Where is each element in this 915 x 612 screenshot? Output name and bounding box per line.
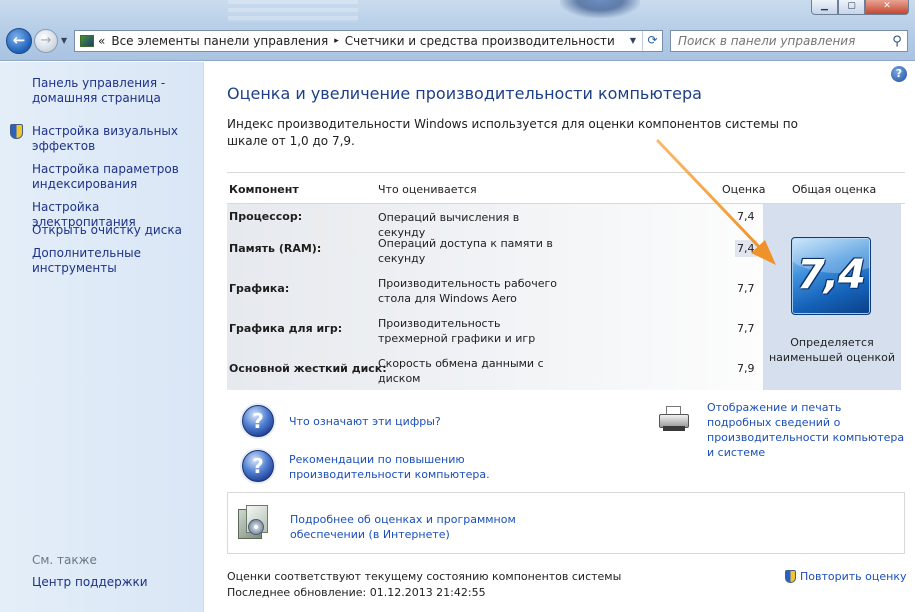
uac-shield-icon bbox=[785, 570, 796, 583]
main-content: ? Оценка и увеличение производительности… bbox=[205, 62, 915, 612]
reassess-button[interactable]: Повторить оценку bbox=[785, 570, 906, 583]
overall-score-caption: Определяется наименьшей оценкой bbox=[768, 336, 895, 364]
overall-score-panel: 7,4 Определяется наименьшей оценкой bbox=[763, 204, 901, 390]
search-icon[interactable]: ⚲ bbox=[887, 34, 907, 49]
breadcrumb-separator-icon[interactable]: ▸ bbox=[334, 36, 339, 46]
table-row: Основной жесткий диск: Скорость обмена д… bbox=[227, 356, 762, 396]
sidebar-item-indexing[interactable]: Настройка параметров индексирования bbox=[32, 162, 197, 192]
software-box-icon bbox=[238, 505, 268, 541]
maximize-button[interactable]: ▢ bbox=[838, 0, 865, 15]
header-score: Оценка bbox=[722, 183, 766, 196]
printer-icon bbox=[659, 406, 689, 432]
sidebar-item-home[interactable]: Панель управления - домашняя страница bbox=[32, 76, 197, 106]
close-button[interactable]: ✕ bbox=[865, 0, 909, 15]
component-description: Производительность рабочего стола для Wi… bbox=[378, 277, 558, 305]
table-row: Память (RAM): Операций доступа к памяти … bbox=[227, 236, 762, 276]
breadcrumb-performance[interactable]: Счетчики и средства производительности bbox=[345, 34, 615, 48]
uac-shield-icon bbox=[10, 124, 23, 139]
component-score: 7,4 bbox=[735, 240, 757, 257]
table-header: Компонент Что оценивается Оценка Общая о… bbox=[227, 172, 905, 204]
sidebar: Панель управления - домашняя страница На… bbox=[0, 62, 204, 612]
component-description: Скорость обмена данными с диском bbox=[378, 357, 544, 385]
question-icon: ? bbox=[242, 405, 274, 437]
score-table: Компонент Что оценивается Оценка Общая о… bbox=[227, 172, 905, 390]
table-row: Графика: Производительность рабочего сто… bbox=[227, 276, 762, 316]
overall-score-tile: 7,4 bbox=[791, 237, 871, 315]
windows-orb-glow bbox=[560, 0, 640, 18]
sidebar-item-action-center[interactable]: Центр поддержки bbox=[32, 575, 197, 590]
breadcrumb-all-control-panel[interactable]: Все элементы панели управления bbox=[111, 34, 328, 48]
component-name: Графика: bbox=[229, 282, 290, 295]
help-icon[interactable]: ? bbox=[891, 66, 907, 82]
address-bar[interactable]: « Все элементы панели управления ▸ Счетч… bbox=[74, 30, 663, 52]
address-dropdown-icon[interactable]: ▼ bbox=[624, 31, 642, 51]
recent-pages-dropdown[interactable]: ▼ bbox=[61, 36, 67, 45]
header-component: Компонент bbox=[229, 183, 299, 196]
status-line: Оценки соответствуют текущему состоянию … bbox=[227, 570, 622, 583]
component-name: Основной жесткий диск: bbox=[229, 362, 387, 375]
recommendations-link[interactable]: Рекомендации по повышению производительн… bbox=[289, 452, 509, 482]
header-overall: Общая оценка bbox=[792, 183, 877, 196]
component-score: 7,7 bbox=[737, 322, 755, 335]
question-icon: ? bbox=[242, 450, 274, 482]
intro-text: Индекс производительности Windows исполь… bbox=[227, 117, 798, 148]
sidebar-item-disk-cleanup[interactable]: Открыть очистку диска bbox=[32, 223, 197, 238]
component-name: Память (RAM): bbox=[229, 242, 322, 255]
component-description: Операций доступа к памяти в секунду bbox=[378, 237, 553, 265]
search-box[interactable]: ⚲ bbox=[670, 30, 908, 52]
background-window-fragment bbox=[228, 0, 358, 22]
breadcrumb-overflow[interactable]: « bbox=[98, 34, 105, 48]
component-score: 7,4 bbox=[737, 210, 755, 223]
component-score: 7,7 bbox=[737, 282, 755, 295]
component-name: Графика для игр: bbox=[229, 322, 343, 335]
table-row: Графика для игр: Производительность трех… bbox=[227, 316, 762, 356]
page-title: Оценка и увеличение производительности к… bbox=[227, 84, 702, 103]
sidebar-item-advanced-tools[interactable]: Дополнительные инструменты bbox=[32, 246, 197, 276]
minimize-button[interactable]: ▁ bbox=[811, 0, 838, 15]
last-update: Последнее обновление: 01.12.2013 21:42:5… bbox=[227, 586, 486, 599]
print-details-link[interactable]: Отображение и печать подробных сведений … bbox=[707, 400, 907, 460]
control-panel-icon bbox=[80, 35, 94, 47]
header-what: Что оценивается bbox=[378, 183, 477, 196]
what-numbers-mean-link[interactable]: Что означают эти цифры? bbox=[289, 414, 441, 429]
component-name: Процессор: bbox=[229, 210, 303, 223]
sidebar-item-visual-effects[interactable]: Настройка визуальных эффектов bbox=[32, 124, 197, 154]
window-controls: ▁ ▢ ✕ bbox=[811, 0, 909, 15]
refresh-icon[interactable]: ⟳ bbox=[642, 31, 662, 51]
component-description: Производительность трехмерной графики и … bbox=[378, 317, 536, 345]
back-arrow-icon[interactable]: ← bbox=[6, 28, 32, 54]
window-chrome: ▁ ▢ ✕ ← → ▼ « Все элементы панели управл… bbox=[0, 0, 915, 61]
online-info-link[interactable]: Подробнее об оценках и программном обесп… bbox=[290, 512, 530, 542]
component-score: 7,9 bbox=[737, 362, 755, 375]
overall-score-value: 7,4 bbox=[797, 252, 866, 298]
search-input[interactable] bbox=[671, 34, 887, 48]
see-also-heading: См. также bbox=[32, 553, 97, 567]
reassess-label[interactable]: Повторить оценку bbox=[800, 570, 906, 583]
forward-arrow-icon[interactable]: → bbox=[34, 29, 58, 53]
table-body: Процессор: Операций вычисления в секунду… bbox=[227, 204, 905, 390]
online-info-box: Подробнее об оценках и программном обесп… bbox=[227, 492, 905, 554]
